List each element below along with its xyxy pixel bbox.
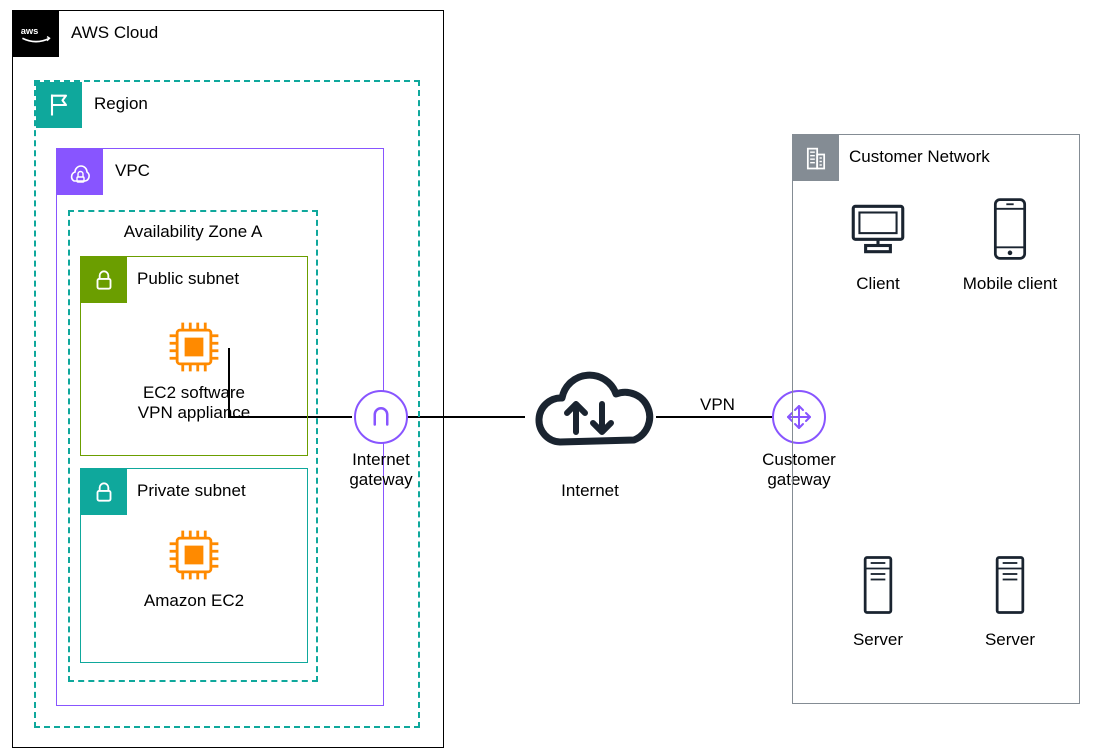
vpn-link-label: VPN bbox=[700, 395, 735, 415]
server2-label: Server bbox=[950, 630, 1070, 650]
internet-label: Internet bbox=[510, 481, 670, 501]
internet-node: Internet bbox=[510, 370, 670, 501]
customer-network-label: Customer Network bbox=[849, 147, 990, 167]
region-flag-icon bbox=[36, 82, 82, 128]
mobile-client-label: Mobile client bbox=[950, 274, 1070, 294]
building-icon bbox=[793, 135, 839, 181]
vpc-icon bbox=[57, 149, 103, 195]
internet-gateway-label: Internet gateway bbox=[326, 450, 436, 491]
ec2-vpn-label: EC2 software VPN appliance bbox=[81, 383, 307, 424]
server-icon bbox=[843, 550, 913, 620]
internet-cloud-icon bbox=[510, 370, 670, 475]
desktop-icon bbox=[843, 194, 913, 264]
server-icon bbox=[975, 550, 1045, 620]
private-subnet-container: Private subnet Amazon EC2 bbox=[80, 468, 308, 663]
public-subnet-lock-icon bbox=[81, 257, 127, 303]
internet-gateway-icon bbox=[354, 390, 408, 444]
private-subnet-lock-icon bbox=[81, 469, 127, 515]
svg-text:aws: aws bbox=[21, 26, 39, 36]
client-node: Client bbox=[818, 194, 938, 294]
vpc-label: VPC bbox=[115, 161, 150, 181]
aws-logo-icon: aws bbox=[13, 11, 59, 57]
aws-cloud-label: AWS Cloud bbox=[71, 23, 158, 43]
ec2-vpn-appliance: EC2 software VPN appliance bbox=[81, 317, 307, 424]
public-subnet-label: Public subnet bbox=[137, 269, 239, 289]
server-node-2: Server bbox=[950, 550, 1070, 650]
region-label: Region bbox=[94, 94, 148, 114]
internet-gateway: Internet gateway bbox=[326, 390, 436, 491]
ec2-private-instance: Amazon EC2 bbox=[81, 525, 307, 611]
public-subnet-container: Public subnet EC2 software VPN appliance bbox=[80, 256, 308, 456]
client-label: Client bbox=[818, 274, 938, 294]
ec2-chip-icon bbox=[164, 317, 224, 377]
mobile-client-node: Mobile client bbox=[950, 194, 1070, 294]
ec2-private-label: Amazon EC2 bbox=[81, 591, 307, 611]
mobile-icon bbox=[975, 194, 1045, 264]
server-node-1: Server bbox=[818, 550, 938, 650]
private-subnet-label: Private subnet bbox=[137, 481, 246, 501]
ec2-chip-icon bbox=[164, 525, 224, 585]
availability-zone-label: Availability Zone A bbox=[70, 222, 316, 242]
server1-label: Server bbox=[818, 630, 938, 650]
